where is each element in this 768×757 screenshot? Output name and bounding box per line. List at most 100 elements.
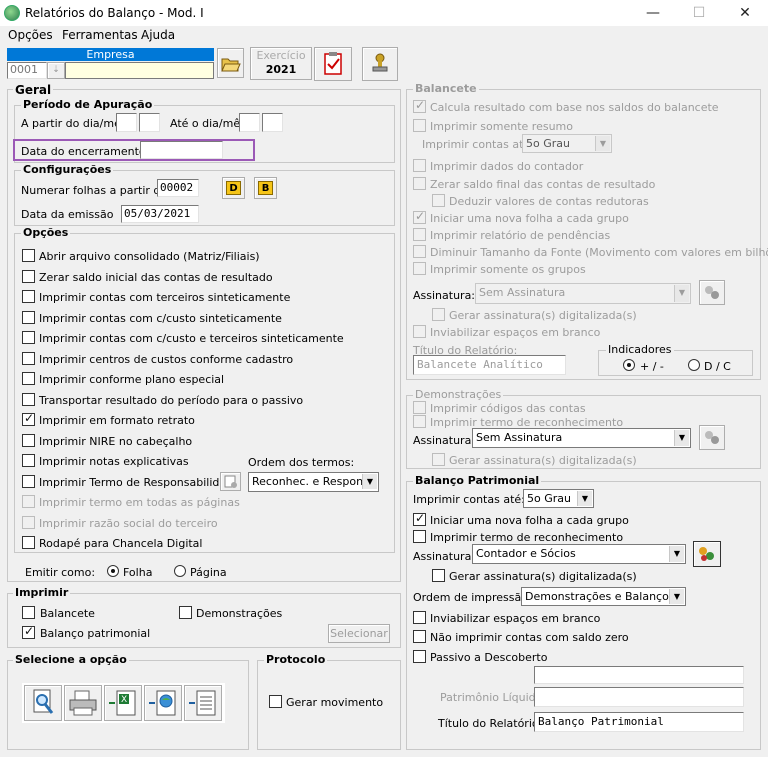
encerramento-field[interactable] bbox=[140, 141, 223, 159]
dem-assinatura-select[interactable]: Sem Assinatura ▼ bbox=[472, 428, 691, 448]
minimize-button[interactable]: — bbox=[630, 0, 676, 26]
opcao-checkbox-14[interactable] bbox=[22, 536, 35, 549]
opcao-checkbox-0[interactable] bbox=[22, 249, 35, 262]
balanco-checkbox[interactable] bbox=[22, 624, 35, 639]
bal-extra-checkbox-4[interactable] bbox=[413, 228, 426, 241]
folha-label: Folha bbox=[123, 566, 153, 579]
bp-nova-folha-checkbox[interactable] bbox=[413, 511, 426, 526]
ate-dia-field[interactable] bbox=[239, 113, 260, 132]
bp-assinatura-select[interactable]: Contador e Sócios ▼ bbox=[472, 544, 686, 564]
a-partir-dia-field[interactable] bbox=[116, 113, 137, 132]
dem-assinatura-config-button[interactable] bbox=[699, 425, 725, 450]
opcao-checkbox-6[interactable] bbox=[22, 372, 35, 385]
bal-titulo-field[interactable]: Balancete Analítico bbox=[413, 355, 566, 375]
b-icon: B bbox=[258, 181, 273, 195]
empresa-code-field[interactable]: 0001 bbox=[7, 62, 47, 79]
chevron-down-icon: ▼ bbox=[362, 474, 377, 489]
bal-contas-ate-select[interactable]: 5o Grau ▼ bbox=[522, 134, 612, 153]
dem-gerar-assinatura-checkbox[interactable] bbox=[432, 453, 445, 466]
app-icon bbox=[4, 5, 20, 21]
bal-extra-checkbox-5[interactable] bbox=[413, 245, 426, 258]
bal-gerar-assinatura-checkbox[interactable] bbox=[432, 308, 445, 321]
bal-extra-checkbox-1[interactable] bbox=[413, 177, 426, 190]
bal-option-label-1: Imprimir somente resumo bbox=[430, 120, 573, 133]
bal-option-checkbox-0[interactable] bbox=[413, 98, 426, 113]
bp-gerar-assinatura-checkbox[interactable] bbox=[432, 569, 445, 582]
termo-config-button[interactable] bbox=[220, 472, 241, 491]
opcao-label-1: Zerar saldo inicial das contas de result… bbox=[39, 270, 273, 284]
d-button[interactable]: D bbox=[222, 177, 245, 199]
opcao-checkbox-13[interactable] bbox=[22, 515, 35, 529]
opcao-checkbox-8[interactable] bbox=[22, 411, 35, 426]
ordem-termos-label: Ordem dos termos: bbox=[248, 456, 355, 469]
close-button[interactable]: ✕ bbox=[722, 0, 768, 26]
bal-extra-checkbox-2[interactable] bbox=[432, 194, 445, 207]
bp-passivo-checkbox[interactable] bbox=[413, 650, 426, 663]
bp-ordem-select[interactable]: Demonstrações e Balanço ▼ bbox=[521, 587, 686, 606]
bal-extra-checkbox-3[interactable] bbox=[413, 209, 426, 224]
opcao-checkbox-12[interactable] bbox=[22, 495, 35, 508]
numerar-field[interactable]: 00002 bbox=[157, 179, 199, 197]
opcao-checkbox-3[interactable] bbox=[22, 310, 35, 324]
bal-inviabilizar-checkbox[interactable] bbox=[413, 325, 426, 338]
a-partir-label: A partir do dia/mês bbox=[21, 117, 127, 130]
opcao-checkbox-7[interactable] bbox=[22, 392, 35, 406]
bp-nao-imprimir-checkbox[interactable] bbox=[413, 630, 426, 643]
bal-extra-checkbox-0[interactable] bbox=[413, 159, 426, 172]
menu-opcoes[interactable]: Opções bbox=[8, 28, 53, 42]
bp-titulo-field[interactable]: Balanço Patrimonial bbox=[534, 712, 744, 732]
gerar-movimento-checkbox[interactable] bbox=[269, 695, 282, 708]
excel-export-button[interactable]: X bbox=[104, 685, 142, 721]
web-export-button[interactable] bbox=[144, 685, 182, 721]
checklist-icon bbox=[324, 52, 342, 75]
bal-assinatura-config-button[interactable] bbox=[699, 280, 725, 305]
bal-extra-label-3: Iniciar uma nova folha a cada grupo bbox=[430, 212, 629, 225]
ordem-termos-select[interactable]: Reconhec. e Respons. ▼ bbox=[248, 472, 379, 492]
bp-termo-checkbox[interactable] bbox=[413, 530, 426, 543]
text-export-button[interactable] bbox=[184, 685, 222, 721]
menu-ajuda[interactable]: Ajuda bbox=[141, 28, 175, 42]
opcao-checkbox-1[interactable] bbox=[22, 269, 35, 283]
preview-button[interactable] bbox=[24, 685, 62, 721]
bp-inviabilizar-checkbox[interactable] bbox=[413, 611, 426, 624]
bal-extra-checkbox-6[interactable] bbox=[413, 262, 426, 275]
ate-mes-field[interactable] bbox=[262, 113, 283, 132]
a-partir-mes-field[interactable] bbox=[139, 113, 160, 132]
opcao-checkbox-2[interactable] bbox=[22, 290, 35, 303]
balancete-checkbox[interactable] bbox=[22, 606, 35, 619]
dem-codigos-checkbox[interactable] bbox=[413, 401, 426, 414]
checklist-button[interactable] bbox=[314, 47, 352, 81]
opcao-checkbox-9[interactable] bbox=[22, 433, 35, 447]
open-folder-button[interactable] bbox=[217, 48, 244, 78]
bp-contas-ate-select[interactable]: 5o Grau ▼ bbox=[523, 489, 594, 508]
opcao-checkbox-11[interactable] bbox=[22, 474, 35, 488]
opcao-checkbox-10[interactable] bbox=[22, 454, 35, 467]
opcao-label-9: Imprimir NIRE no cabeçalho bbox=[39, 434, 193, 448]
maximize-button[interactable]: ☐ bbox=[676, 0, 722, 26]
demonstracoes-checkbox[interactable] bbox=[179, 606, 192, 619]
emissao-field[interactable]: 05/03/2021 bbox=[121, 205, 199, 223]
bp-nao-imprimir-label: Não imprimir contas com saldo zero bbox=[430, 631, 629, 644]
opcao-checkbox-4[interactable] bbox=[22, 331, 35, 344]
print-button[interactable] bbox=[64, 685, 102, 721]
opcao-label-5: Imprimir centros de custos conforme cada… bbox=[39, 352, 294, 366]
indicador-dc-radio[interactable] bbox=[688, 359, 700, 371]
bp-assinatura-config-button[interactable] bbox=[693, 541, 721, 567]
folha-radio[interactable] bbox=[107, 565, 119, 577]
demonstracoes-label: Demonstrações bbox=[196, 607, 283, 620]
empresa-lookup-button[interactable]: ⇣ bbox=[47, 62, 65, 79]
pagina-radio[interactable] bbox=[174, 565, 186, 577]
dem-termo-checkbox[interactable] bbox=[413, 415, 426, 428]
bp-passivo-field[interactable] bbox=[534, 666, 744, 684]
bal-option-checkbox-1[interactable] bbox=[413, 119, 426, 132]
dem-assinatura-label: Assinatura: bbox=[413, 434, 476, 447]
b-button[interactable]: B bbox=[254, 177, 277, 199]
empresa-name-field[interactable] bbox=[65, 62, 214, 79]
menu-ferramentas[interactable]: Ferramentas bbox=[62, 28, 138, 42]
indicador-mais-menos-radio[interactable] bbox=[623, 359, 635, 371]
selecionar-button[interactable]: Selecionar bbox=[328, 624, 390, 643]
opcao-checkbox-5[interactable] bbox=[22, 351, 35, 365]
bal-assinatura-select[interactable]: Sem Assinatura ▼ bbox=[475, 283, 691, 304]
bp-patrimonio-field[interactable] bbox=[534, 687, 744, 707]
stamp-button[interactable] bbox=[362, 47, 398, 81]
